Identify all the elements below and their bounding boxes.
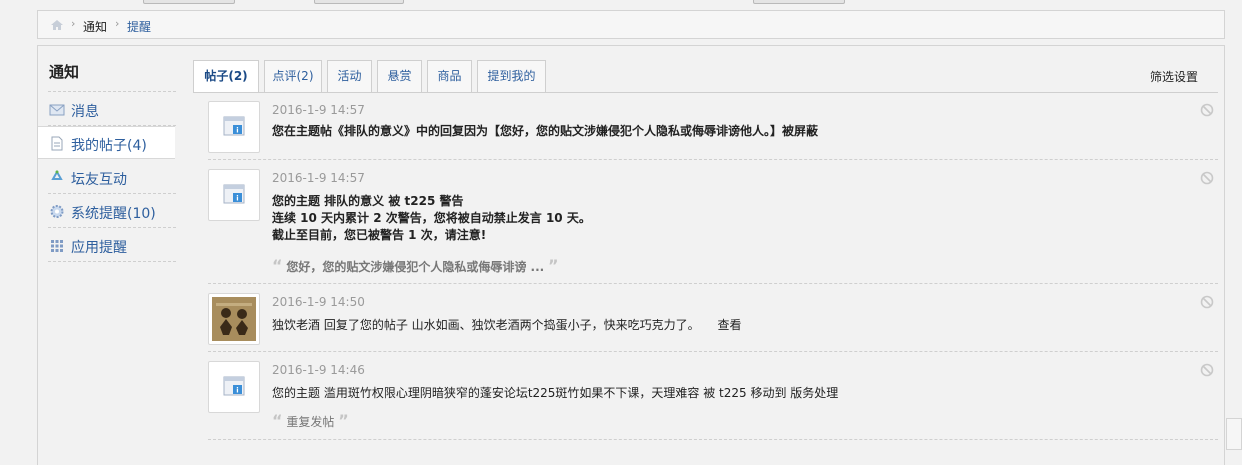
avatar: i — [208, 101, 260, 153]
divider — [48, 193, 176, 194]
sidebar-item-messages[interactable]: 消息 — [38, 93, 175, 126]
sidebar-item-label: 应用提醒 — [71, 240, 127, 256]
envelope-icon — [49, 104, 65, 116]
divider — [208, 351, 1218, 352]
breadcrumb-separator: › — [115, 17, 120, 30]
notification-time: 2016-1-9 14:57 — [272, 103, 365, 117]
sidebar-item-label: 系统提醒(10) — [71, 206, 156, 222]
tab-underline — [193, 92, 1218, 93]
tab-mentions[interactable]: 提到我的 — [477, 60, 546, 92]
sidebar-item-label: 坛友互动 — [71, 172, 127, 188]
top-tab-stub — [753, 0, 845, 4]
tab-reward[interactable]: 悬赏 — [377, 60, 422, 92]
avatar: i — [208, 361, 260, 413]
notification-quote: “ 您好，您的贴文涉嫌侵犯个人隐私或侮辱诽谤 ... ” — [272, 256, 559, 275]
breadcrumb-reminder[interactable]: 提醒 — [127, 18, 151, 35]
tab-posts[interactable]: 帖子(2) — [193, 60, 259, 93]
top-tab-stub — [143, 0, 235, 4]
home-icon[interactable] — [50, 19, 64, 31]
top-tab-stub — [314, 0, 404, 4]
open-quote-icon: “ — [272, 256, 283, 275]
divider — [208, 159, 1218, 160]
recycle-icon — [51, 170, 63, 180]
system-notice-icon: i — [223, 184, 245, 204]
gear-icon — [50, 205, 64, 218]
view-link[interactable]: 查看 — [717, 318, 741, 332]
divider — [208, 439, 1218, 440]
delete-icon[interactable] — [1200, 363, 1214, 377]
sidebar-item-label: 消息 — [71, 104, 99, 120]
notification-text: 您的主题 滥用斑竹权限心理阴暗狭窄的蓬安论坛t225斑竹如果不下课，天理难容 被… — [272, 386, 839, 400]
tab-comments[interactable]: 点评(2) — [264, 60, 322, 92]
open-quote-icon: “ — [272, 411, 283, 430]
avatar: i — [208, 169, 260, 221]
notification-time: 2016-1-9 14:57 — [272, 171, 365, 185]
notification-text: 独饮老酒 回复了您的帖子 山水如画、独饮老酒两个捣蛋小子，快来吃巧克力了。 查看 — [272, 317, 741, 334]
divider — [208, 283, 1218, 284]
notification-time: 2016-1-9 14:46 — [272, 363, 365, 377]
breadcrumb-separator: › — [71, 17, 76, 30]
user-avatar-image — [212, 297, 256, 341]
svg-text:i: i — [236, 195, 238, 203]
breadcrumb: › 通知 › 提醒 — [37, 10, 1225, 39]
notification-text: 您在主题帖《排队的意义》中的回复因为【您好，您的贴文涉嫌侵犯个人隐私或侮辱诽谤他… — [272, 124, 819, 138]
quote-text: 重复发帖 — [286, 415, 335, 429]
sidebar-item-system[interactable]: 系统提醒(10) — [38, 195, 175, 228]
sidebar-title: 通知 — [49, 63, 80, 81]
notification-time: 2016-1-9 14:50 — [272, 295, 365, 309]
svg-text:i: i — [236, 127, 238, 135]
delete-icon[interactable] — [1200, 103, 1214, 117]
notification-quote: “ 重复发帖 ” — [272, 411, 349, 430]
sidebar-item-my-posts[interactable]: 我的帖子(4) — [38, 126, 175, 159]
divider — [48, 261, 176, 262]
avatar[interactable] — [208, 293, 260, 345]
main-panel: 通知 消息 我的帖子(4) 坛友互动 系统提醒(10) 应用提醒 帖子(2) 点… — [37, 45, 1225, 465]
sidebar-item-apps[interactable]: 应用提醒 — [38, 229, 175, 262]
sidebar-item-label: 我的帖子(4) — [71, 138, 147, 154]
resize-handle[interactable] — [1226, 418, 1242, 450]
close-quote-icon: ” — [548, 256, 559, 275]
tab-goods[interactable]: 商品 — [427, 60, 472, 92]
system-notice-icon: i — [223, 376, 245, 396]
quote-text: 您好，您的贴文涉嫌侵犯个人隐私或侮辱诽谤 ... — [286, 260, 545, 274]
notification-text: 截止至目前，您已被警告 1 次，请注意! — [272, 228, 487, 242]
top-edge — [0, 0, 1242, 6]
divider — [48, 227, 176, 228]
filter-settings-link[interactable]: 筛选设置 — [1150, 68, 1198, 85]
breadcrumb-notice[interactable]: 通知 — [83, 18, 107, 35]
notification-body: 独饮老酒 回复了您的帖子 山水如画、独饮老酒两个捣蛋小子，快来吃巧克力了。 — [272, 318, 700, 332]
system-notice-icon: i — [223, 116, 245, 136]
delete-icon[interactable] — [1200, 171, 1214, 185]
close-quote-icon: ” — [338, 411, 349, 430]
notification-text: 连续 10 天内累计 2 次警告，您将被自动禁止发言 10 天。 — [272, 211, 591, 225]
delete-icon[interactable] — [1200, 295, 1214, 309]
tab-activity[interactable]: 活动 — [327, 60, 372, 92]
sidebar-item-interaction[interactable]: 坛友互动 — [38, 161, 175, 194]
document-icon — [51, 136, 63, 151]
divider — [48, 91, 176, 92]
grid-icon — [51, 240, 63, 252]
notification-text: 您的主题 排队的意义 被 t225 警告 — [272, 194, 464, 208]
svg-text:i: i — [236, 387, 238, 395]
